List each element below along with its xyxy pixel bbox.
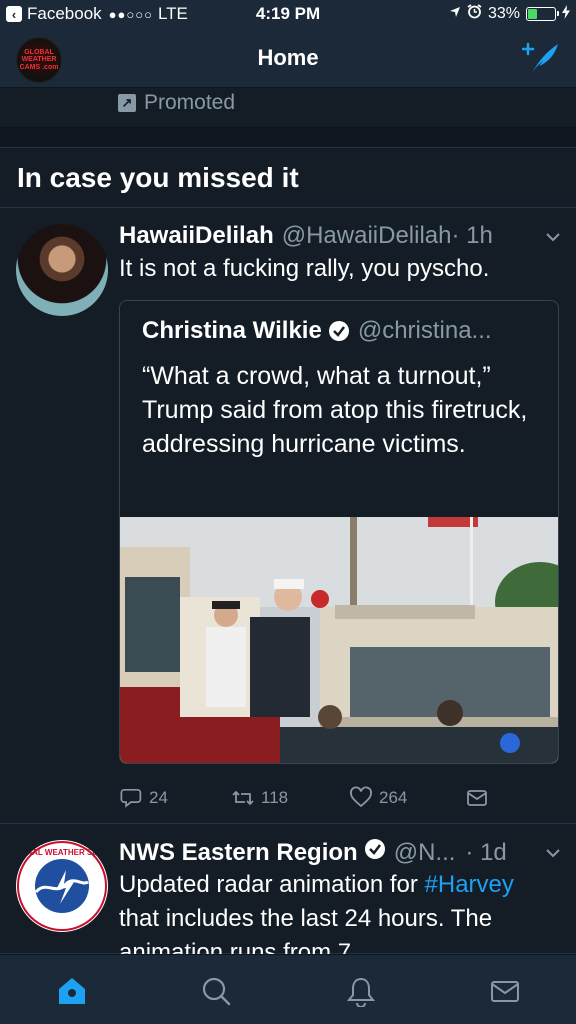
firetruck-photo xyxy=(120,517,558,763)
tweet-header: HawaiiDelilah @HawaiiDelilah · 1h xyxy=(119,222,560,250)
reply-button[interactable]: 24 xyxy=(119,786,168,810)
home-icon xyxy=(59,978,85,1004)
quoted-author-handle: @christina... xyxy=(357,317,492,344)
nws-logo-text: NATIONAL WEATHER SERVICE xyxy=(16,848,108,857)
quoted-tweet-text: “What a crowd, what a turnout,” Trump sa… xyxy=(142,362,528,458)
tab-search[interactable] xyxy=(198,973,234,1009)
chevron-down-icon[interactable] xyxy=(544,228,562,246)
tweet-author-name[interactable]: HawaiiDelilah xyxy=(119,222,274,250)
chevron-down-icon[interactable] xyxy=(544,844,562,862)
quoted-tweet-header: Christina Wilkie @christina... xyxy=(142,317,546,345)
retweet-count: 118 xyxy=(261,788,289,807)
quoted-tweet[interactable]: Christina Wilkie @christina... “What a c… xyxy=(119,300,559,764)
tweet[interactable]: NATIONAL WEATHER SERVICE NWS Eastern Reg… xyxy=(0,824,576,954)
retweet-icon xyxy=(232,790,254,806)
charging-icon xyxy=(562,4,570,24)
battery-level xyxy=(528,9,537,19)
promoted-strip: ↗ Promoted xyxy=(0,88,576,128)
nws-logo: NATIONAL WEATHER SERVICE xyxy=(16,841,108,931)
reply-count: 24 xyxy=(149,788,168,807)
tweet-actions: 24 118 264 xyxy=(119,786,539,812)
tweet[interactable]: HawaiiDelilah @HawaiiDelilah · 1h It is … xyxy=(0,208,576,824)
tab-home[interactable] xyxy=(54,973,90,1009)
tweet-header: NWS Eastern Region @N... · 1d xyxy=(119,838,560,867)
reply-icon xyxy=(120,788,142,808)
promoted-arrow-icon: ↗ xyxy=(118,94,136,112)
like-button[interactable]: 264 xyxy=(349,786,407,810)
avatar[interactable] xyxy=(16,224,108,316)
tweet-time: · 1h xyxy=(451,222,493,249)
alarm-icon xyxy=(467,4,482,24)
like-count: 264 xyxy=(379,788,408,807)
envelope-icon xyxy=(491,981,519,1002)
battery-icon xyxy=(526,7,559,21)
section-header: In case you missed it xyxy=(0,148,576,208)
promoted-label-row: ↗ Promoted xyxy=(118,91,235,115)
retweet-button[interactable]: 118 xyxy=(231,786,288,810)
status-right: 33% xyxy=(449,4,570,24)
direct-message-button[interactable] xyxy=(465,786,489,810)
tab-bar xyxy=(0,954,576,1024)
compose-tweet-icon xyxy=(521,42,558,73)
tweet-author-handle[interactable]: @N... xyxy=(394,839,456,867)
tweet-text: It is not a fucking rally, you pyscho. xyxy=(119,255,490,282)
tweet-time: · 1d xyxy=(465,839,507,866)
bell-icon xyxy=(346,977,376,1007)
tweet-author-handle[interactable]: @HawaiiDelilah xyxy=(282,222,452,250)
quoted-tweet-photo[interactable] xyxy=(120,517,558,763)
verified-badge-icon xyxy=(328,321,349,341)
search-icon xyxy=(202,977,231,1006)
battery-percent: 33% xyxy=(487,5,520,22)
promoted-label: Promoted xyxy=(144,91,236,114)
envelope-icon xyxy=(467,790,487,806)
location-icon xyxy=(449,5,461,23)
nav-bar: GLOBAL WEATHER CAMS .com Home xyxy=(0,28,576,88)
section-divider xyxy=(0,128,576,148)
heart-icon xyxy=(350,786,372,808)
tweet-text-part: that includes the last 24 hours. The ani… xyxy=(119,905,493,954)
tab-messages[interactable] xyxy=(487,973,523,1009)
section-title: In case you missed it xyxy=(17,162,299,193)
status-bar: ‹ Facebook ●●○○○ LTE 4:19 PM 33% xyxy=(0,0,576,28)
tweet-text: Updated radar animation for #Harvey that… xyxy=(119,868,560,954)
tweet-author-name[interactable]: NWS Eastern Region xyxy=(119,839,358,867)
avatar[interactable]: NATIONAL WEATHER SERVICE xyxy=(16,840,108,932)
compose-button[interactable] xyxy=(521,40,562,76)
tweet-text-part: Updated radar animation for xyxy=(119,871,425,898)
page-title: Home xyxy=(257,45,319,70)
hashtag-link[interactable]: #Harvey xyxy=(425,871,514,898)
quoted-author-name: Christina Wilkie xyxy=(142,317,322,344)
verified-badge-icon xyxy=(364,839,385,859)
tab-notifications[interactable] xyxy=(343,973,379,1009)
